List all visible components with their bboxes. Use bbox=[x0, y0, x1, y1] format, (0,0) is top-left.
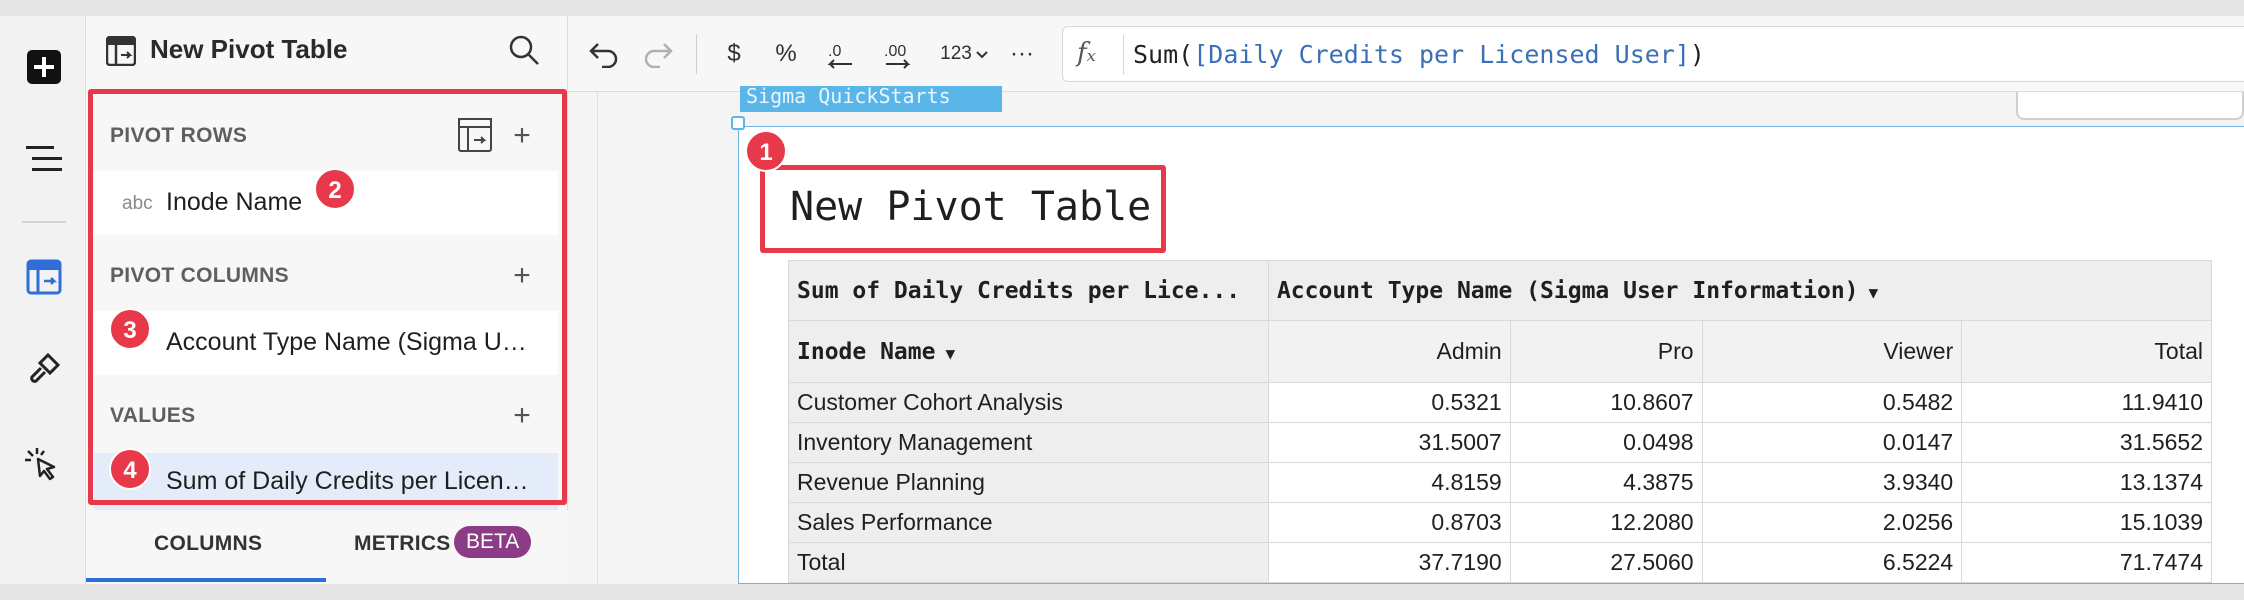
table-row: Customer Cohort Analysis 0.5321 10.8607 … bbox=[788, 382, 2212, 423]
table-cell[interactable]: 4.3875 bbox=[1509, 462, 1703, 503]
left-rail bbox=[0, 16, 86, 584]
pivot-table-icon bbox=[106, 36, 136, 66]
row-label[interactable]: Total bbox=[788, 542, 1269, 583]
caret-down-icon[interactable]: ▼ bbox=[1869, 283, 1879, 302]
add-element-button[interactable] bbox=[19, 42, 69, 92]
table-cell[interactable]: 12.2080 bbox=[1509, 502, 1703, 543]
cursor-click-icon bbox=[25, 448, 56, 481]
search-icon[interactable] bbox=[508, 34, 540, 66]
number-format-button[interactable]: 123 bbox=[936, 36, 976, 72]
table-total-row: Total 37.7190 27.5060 6.5224 71.7474 bbox=[788, 542, 2212, 583]
formula-suffix: ) bbox=[1689, 40, 1705, 69]
caret-down-icon[interactable]: ▼ bbox=[945, 344, 955, 363]
formula-bar[interactable]: fₓ Sum([Daily Credits per Licensed User]… bbox=[1062, 26, 2244, 82]
outline-list-icon bbox=[26, 146, 62, 171]
formula-prefix: Sum( bbox=[1133, 40, 1194, 69]
paint-brush-icon bbox=[30, 352, 61, 383]
redo-icon[interactable] bbox=[642, 40, 674, 68]
outline-button[interactable] bbox=[19, 134, 69, 184]
value-header-cell[interactable]: Sum of Daily Credits per Lice... bbox=[788, 260, 1269, 321]
svg-text:.00: .00 bbox=[884, 43, 906, 60]
more-options-button[interactable]: ··· bbox=[1002, 36, 1042, 72]
annotation-badge-2: 2 bbox=[314, 168, 356, 210]
table-cell[interactable]: 31.5652 bbox=[1961, 422, 2212, 463]
table-cell[interactable]: 31.5007 bbox=[1267, 422, 1511, 463]
column-group-header-cell[interactable]: Account Type Name (Sigma User Informatio… bbox=[1267, 260, 2213, 321]
rail-divider bbox=[22, 221, 66, 223]
table-row: Sales Performance 0.8703 12.2080 2.0256 … bbox=[788, 502, 2212, 543]
table-cell[interactable]: 71.7474 bbox=[1961, 542, 2212, 583]
column-header-total[interactable]: Total bbox=[1961, 320, 2212, 383]
table-row: Revenue Planning 4.8159 4.3875 3.9340 13… bbox=[788, 462, 2212, 503]
table-cell[interactable]: 37.7190 bbox=[1267, 542, 1511, 583]
table-cell[interactable]: 3.9340 bbox=[1701, 462, 1963, 503]
adjacent-element-edge bbox=[2016, 92, 2244, 120]
chevron-down-icon[interactable] bbox=[975, 50, 989, 60]
percent-format-button[interactable]: % bbox=[766, 36, 806, 72]
pivot-table-icon bbox=[26, 259, 62, 295]
table-cell[interactable]: 0.0498 bbox=[1509, 422, 1703, 463]
toolbar: $ % .0 .00 123 ··· fₓ Sum([Daily Credits… bbox=[568, 16, 2244, 92]
formula-divider bbox=[1123, 35, 1124, 75]
row-label[interactable]: Revenue Planning bbox=[788, 462, 1269, 503]
canvas-gutter bbox=[568, 92, 598, 584]
table-cell[interactable]: 6.5224 bbox=[1701, 542, 1963, 583]
row-label[interactable]: Inventory Management bbox=[788, 422, 1269, 463]
table-cell[interactable]: 0.8703 bbox=[1267, 502, 1511, 543]
panel-header: New Pivot Table bbox=[86, 16, 568, 84]
format-button[interactable] bbox=[19, 344, 69, 394]
table-cell[interactable]: 27.5060 bbox=[1509, 542, 1703, 583]
panel-tabs: COLUMNS METRICS BETA bbox=[86, 510, 568, 584]
table-cell[interactable]: 10.8607 bbox=[1509, 382, 1703, 423]
column-group-header-label: Account Type Name (Sigma User Informatio… bbox=[1276, 277, 1859, 304]
plus-square-icon bbox=[27, 50, 61, 84]
selection-tag: Sigma QuickStarts bbox=[740, 86, 1002, 112]
table-cell[interactable]: 0.5482 bbox=[1701, 382, 1963, 423]
element-properties-button[interactable] bbox=[19, 252, 69, 302]
table-cell[interactable]: 13.1374 bbox=[1961, 462, 2212, 503]
increase-decimals-icon[interactable]: .00 bbox=[878, 40, 918, 70]
tab-metrics[interactable]: METRICS bbox=[354, 532, 451, 556]
undo-icon[interactable] bbox=[588, 40, 620, 68]
row-label[interactable]: Customer Cohort Analysis bbox=[788, 382, 1269, 423]
annotation-box-panel bbox=[88, 89, 567, 505]
function-icon: fₓ bbox=[1077, 38, 1096, 68]
app-window: New Pivot Table PIVOT ROWS + abc Inode N… bbox=[0, 16, 2244, 584]
table-cell[interactable]: 11.9410 bbox=[1961, 382, 2212, 423]
row-header-cell[interactable]: Inode Name ▼ bbox=[788, 320, 1269, 383]
row-label[interactable]: Sales Performance bbox=[788, 502, 1269, 543]
formula-text[interactable]: Sum([Daily Credits per Licensed User]) bbox=[1133, 40, 1705, 69]
element-title[interactable]: New Pivot Table bbox=[790, 184, 1151, 230]
svg-text:.0: .0 bbox=[828, 43, 841, 60]
currency-format-button[interactable]: $ bbox=[714, 36, 754, 72]
tab-columns[interactable]: COLUMNS bbox=[154, 532, 262, 556]
beta-badge: BETA bbox=[454, 526, 532, 558]
decrease-decimals-icon[interactable]: .0 bbox=[822, 40, 858, 70]
table-cell[interactable]: 2.0256 bbox=[1701, 502, 1963, 543]
pivot-table: Sum of Daily Credits per Lice... Account… bbox=[788, 260, 2213, 583]
table-cell[interactable]: 0.0147 bbox=[1701, 422, 1963, 463]
table-cell[interactable]: 0.5321 bbox=[1267, 382, 1511, 423]
resize-handle[interactable] bbox=[731, 116, 745, 130]
formula-column-reference: [Daily Credits per Licensed User] bbox=[1193, 40, 1690, 69]
column-header-viewer[interactable]: Viewer bbox=[1701, 320, 1963, 383]
annotation-badge-4: 4 bbox=[109, 448, 151, 490]
column-header-admin[interactable]: Admin bbox=[1267, 320, 1511, 383]
active-tab-indicator bbox=[86, 578, 326, 582]
annotation-badge-1: 1 bbox=[745, 130, 787, 172]
actions-button[interactable] bbox=[19, 442, 69, 492]
column-header-pro[interactable]: Pro bbox=[1509, 320, 1703, 383]
toolbar-divider bbox=[696, 34, 697, 74]
panel-title: New Pivot Table bbox=[150, 34, 348, 64]
table-row: Inventory Management 31.5007 0.0498 0.01… bbox=[788, 422, 2212, 463]
row-header-label: Inode Name bbox=[797, 338, 936, 365]
table-cell[interactable]: 15.1039 bbox=[1961, 502, 2212, 543]
table-cell[interactable]: 4.8159 bbox=[1267, 462, 1511, 503]
annotation-badge-3: 3 bbox=[109, 308, 151, 350]
